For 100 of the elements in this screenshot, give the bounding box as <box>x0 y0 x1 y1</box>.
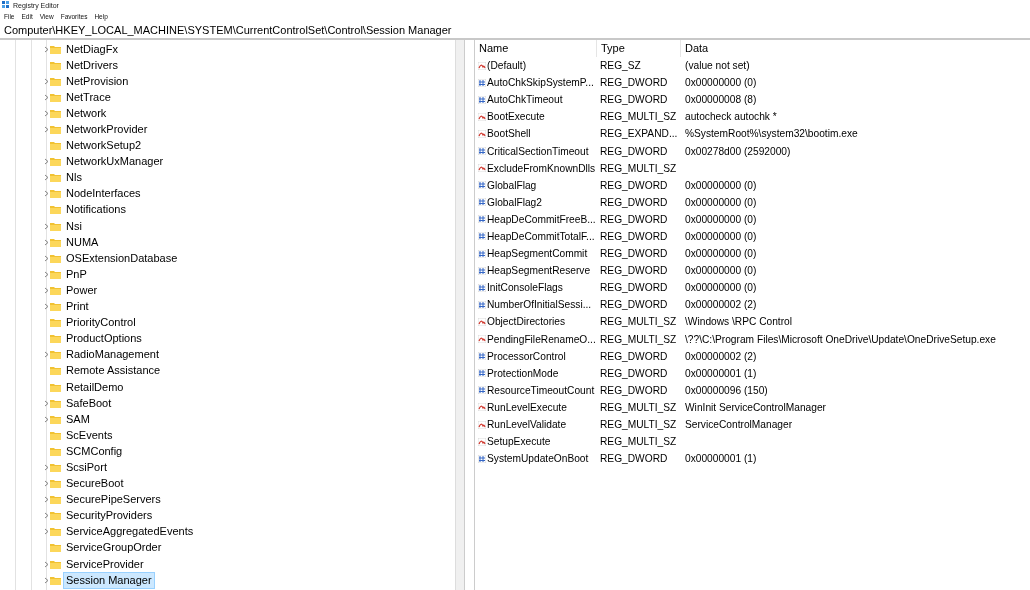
value-name-text: AutoChkTimeout <box>487 94 563 106</box>
tree-item[interactable]: OSExtensionDatabase <box>63 249 181 267</box>
chevron-icon[interactable] <box>44 158 49 166</box>
chevron-icon[interactable] <box>44 270 49 278</box>
value-name-text: ProcessorControl <box>487 350 566 362</box>
chevron-icon[interactable] <box>44 93 49 101</box>
tree-item[interactable]: NetworkUxManager <box>63 153 167 171</box>
table-cell-text: REG_DWORD <box>599 350 669 362</box>
folder-icon <box>50 269 61 279</box>
folder-icon <box>50 559 61 569</box>
folder-icon <box>50 446 61 456</box>
tree-item[interactable]: ServiceGroupOrder <box>63 539 165 557</box>
tree-item[interactable]: NetTrace <box>63 88 114 106</box>
folder-icon <box>50 318 61 328</box>
table-cell-text: REG_DWORD <box>599 248 669 260</box>
table-cell-text: REG_MULTI_SZ <box>599 419 678 430</box>
tree-item[interactable]: RetailDemo <box>63 378 127 396</box>
chevron-icon[interactable] <box>44 464 49 471</box>
tree-item[interactable]: Nsi <box>63 217 85 235</box>
chevron-icon[interactable] <box>44 303 49 311</box>
chevron-icon[interactable] <box>44 576 49 584</box>
chevron-icon[interactable] <box>44 351 49 359</box>
folder-icon <box>50 92 61 102</box>
chevron-icon[interactable] <box>44 190 49 198</box>
tree-item[interactable]: SecurityProviders <box>63 507 156 525</box>
folder-icon <box>50 253 61 263</box>
tree-item[interactable]: SecurePipeServers <box>63 491 164 509</box>
table-cell-text: 0x00000008 (8) <box>684 94 757 106</box>
tree-item[interactable]: Session Manager <box>63 571 155 589</box>
table-cell-text: autocheck autochk * <box>684 111 777 123</box>
chevron-icon[interactable] <box>44 45 49 53</box>
tree-item[interactable]: Remote Assistance <box>63 362 164 380</box>
chevron-icon[interactable] <box>44 254 49 262</box>
chevron-icon[interactable] <box>44 238 49 246</box>
table-cell-text: \Windows \RPC Control <box>684 316 792 328</box>
column-header[interactable]: Name <box>475 40 597 57</box>
tree-item[interactable]: ScsiPort <box>63 459 110 476</box>
column-header[interactable]: Data <box>681 40 1030 57</box>
table-cell-text: REG_DWORD <box>599 367 669 379</box>
tree-item[interactable]: ServiceProvider <box>63 555 147 573</box>
table-cell-text: REG_DWORD <box>599 282 669 294</box>
chevron-icon[interactable] <box>44 512 49 520</box>
chevron-icon[interactable] <box>44 286 49 294</box>
chevron-icon[interactable] <box>44 77 49 85</box>
chevron-icon[interactable] <box>44 109 49 117</box>
chevron-icon[interactable] <box>44 528 49 536</box>
tree-item[interactable]: NodeInterfaces <box>63 185 144 203</box>
tree-item[interactable]: SecureBoot <box>63 475 127 493</box>
tree-item[interactable]: NetProvision <box>63 72 132 90</box>
tree-item[interactable]: Nls <box>63 169 85 187</box>
value-name-text: HeapDeCommitTotalF... <box>487 231 595 242</box>
chevron-icon[interactable] <box>44 174 49 182</box>
table-cell-text: REG_DWORD <box>599 299 669 311</box>
tree-item[interactable]: SafeBoot <box>63 394 115 412</box>
table-cell-text: 0x00000002 (2) <box>684 299 757 311</box>
folder-icon <box>50 495 61 505</box>
tree-item[interactable]: ScEvents <box>63 426 116 444</box>
value-name-text: HeapSegmentCommit <box>487 248 588 260</box>
chevron-icon[interactable] <box>44 415 49 423</box>
table-cell-text: REG_MULTI_SZ <box>599 401 678 413</box>
folder-icon <box>50 350 61 360</box>
scrollbar[interactable] <box>455 40 464 590</box>
chevron-icon[interactable] <box>44 480 49 488</box>
tree-item[interactable]: NUMA <box>63 233 102 251</box>
column-header[interactable]: Type <box>597 40 681 57</box>
tree-item[interactable]: Network <box>63 104 110 122</box>
tree-item[interactable]: NetworkProvider <box>63 121 151 138</box>
tree-item[interactable]: Notifications <box>63 201 129 219</box>
tree-item[interactable]: ServiceAggregatedEvents <box>63 523 197 541</box>
chevron-icon[interactable] <box>44 560 49 568</box>
chevron-icon[interactable] <box>44 496 49 504</box>
folder-icon <box>50 302 61 312</box>
value-name-text: InitConsoleFlags <box>487 282 563 294</box>
tree-item[interactable]: Power <box>63 281 101 299</box>
folder-icon <box>50 221 61 231</box>
tree-item[interactable]: SAM <box>63 410 93 428</box>
tree-item[interactable]: NetDiagFx <box>63 40 121 58</box>
table-cell-text: REG_DWORD <box>599 77 669 89</box>
table-cell-text: REG_MULTI_SZ <box>599 162 678 174</box>
table-cell-text: REG_DWORD <box>599 453 669 465</box>
chevron-icon[interactable] <box>44 399 49 407</box>
tree-item[interactable]: NetDrivers <box>63 56 121 74</box>
value-name-text: RunLevelExecute <box>487 401 567 413</box>
tree-item[interactable]: PriorityControl <box>63 314 139 332</box>
tree-item[interactable]: PnP <box>63 265 90 283</box>
tree-item[interactable]: SCMConfig <box>63 442 126 460</box>
table-cell-text: 0x00000000 (0) <box>684 213 757 225</box>
tree-item[interactable]: RadioManagement <box>63 346 162 364</box>
table-cell-text: 0x00000000 (0) <box>684 196 757 208</box>
tree-item[interactable]: Print <box>63 298 92 316</box>
value-name-text: SetupExecute <box>487 436 551 448</box>
table-cell-text: REG_MULTI_SZ <box>599 111 678 123</box>
folder-icon <box>50 125 61 134</box>
tree-item[interactable]: ProductOptions <box>63 330 145 348</box>
tree-item[interactable]: NetworkSetup2 <box>63 137 145 155</box>
chevron-icon[interactable] <box>44 222 49 230</box>
value-name-text: (Default) <box>487 60 527 72</box>
chevron-icon[interactable] <box>44 126 49 133</box>
table-cell-text: REG_DWORD <box>599 179 669 191</box>
table-cell-text: REG_SZ <box>599 60 642 72</box>
